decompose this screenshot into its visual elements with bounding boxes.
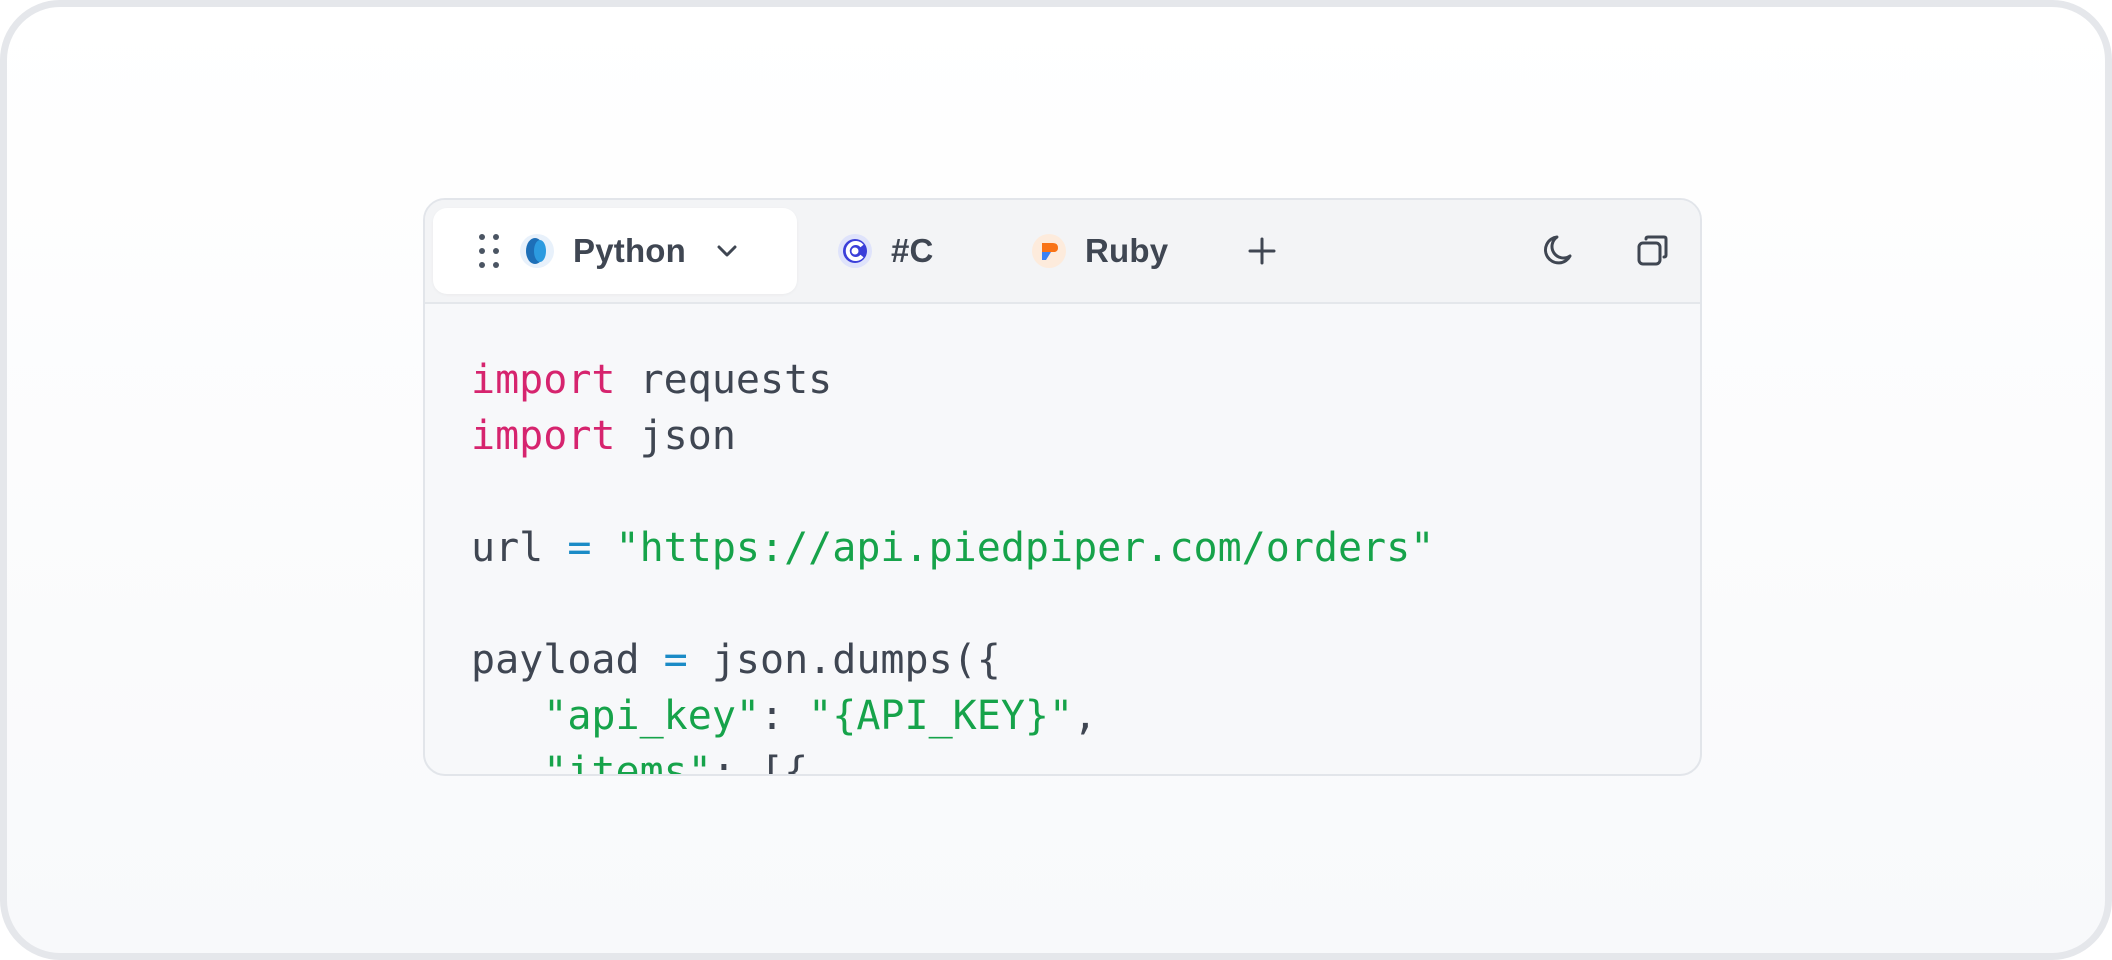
tab-python[interactable]: Python	[433, 208, 797, 294]
copy-button[interactable]	[1628, 226, 1678, 276]
code-token: =	[567, 525, 592, 571]
code-token: json	[615, 413, 736, 459]
code-token: ,	[1073, 693, 1098, 739]
code-line: url = "https://api.piedpiper.com/orders"	[471, 520, 1434, 576]
code-line: payload = json.dumps({	[471, 632, 1434, 688]
code-token: import	[471, 357, 616, 403]
code-token: "items"	[543, 749, 712, 776]
tab-label: Ruby	[1085, 232, 1169, 269]
page-frame: Python #C Ruby import requests import js…	[0, 0, 2112, 960]
code-block[interactable]: import requests import json url = "https:/…	[471, 352, 1434, 776]
csharp-icon	[837, 233, 873, 269]
code-token: url	[471, 525, 568, 571]
tab-csharp[interactable]: #C	[837, 208, 977, 294]
code-token: json.dumps({	[687, 637, 1001, 683]
tab-label: #C	[891, 232, 934, 269]
code-line: import requests	[471, 352, 1434, 408]
code-token: requests	[615, 357, 833, 403]
code-token: :	[760, 693, 809, 739]
language-tab-bar: Python #C Ruby	[425, 200, 1700, 304]
code-line: "items": [{	[471, 744, 1434, 776]
python-icon	[519, 233, 555, 269]
code-token: : [{	[711, 749, 809, 776]
plus-icon	[1248, 237, 1276, 265]
add-tab-button[interactable]	[1237, 226, 1287, 276]
chevron-down-icon[interactable]	[714, 238, 740, 264]
ruby-icon	[1031, 233, 1067, 269]
code-line: "api_key": "{API_KEY}",	[471, 688, 1434, 744]
code-token: payload	[471, 637, 664, 683]
theme-toggle-button[interactable]	[1535, 226, 1585, 276]
code-token: "{API_KEY}"	[808, 693, 1074, 739]
code-token: import	[471, 413, 616, 459]
moon-icon	[1544, 235, 1572, 265]
copy-icon	[1637, 235, 1668, 266]
code-snippet-card: Python #C Ruby import requests import js…	[423, 198, 1702, 776]
tab-ruby[interactable]: Ruby	[1031, 208, 1201, 294]
code-line: import json	[471, 408, 1434, 464]
tab-label: Python	[573, 232, 687, 269]
drag-handle-icon[interactable]	[479, 234, 499, 268]
code-token: "https://api.piedpiper.com/orders"	[615, 525, 1435, 571]
code-token: "api_key"	[543, 693, 760, 739]
code-token: =	[663, 637, 688, 683]
